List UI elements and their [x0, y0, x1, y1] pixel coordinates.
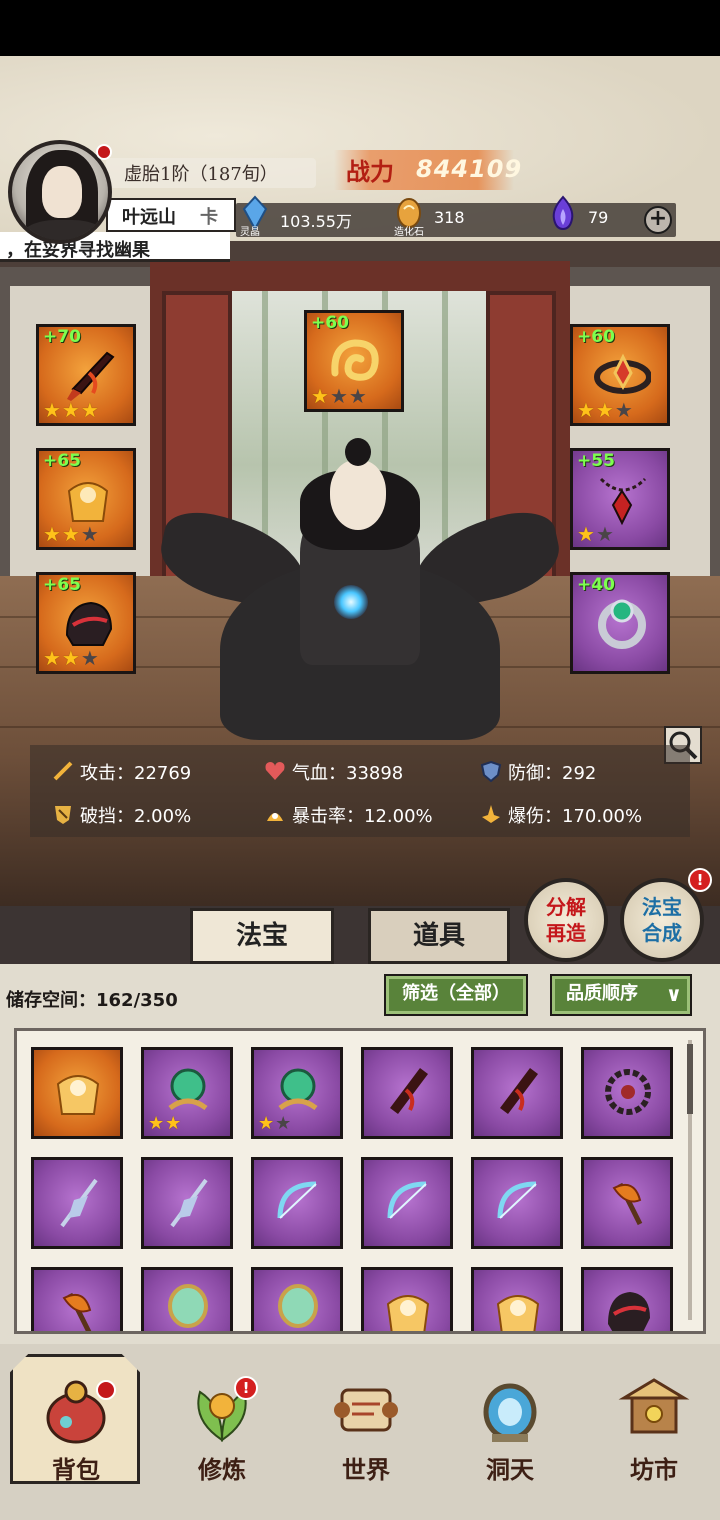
crit-rate-stat-icon — [267, 813, 283, 821]
combat-power-label: 战力 — [346, 157, 394, 186]
equip-slot-pendant[interactable]: +55 ★★ — [570, 448, 670, 550]
flame-axe-icon — [612, 1182, 643, 1226]
market-icon — [618, 1378, 690, 1434]
helmet-icon — [608, 1292, 650, 1331]
sort-dropdown[interactable]: 品质顺序 ∨ — [550, 974, 692, 1016]
filter-button[interactable]: 筛选（全部） — [384, 974, 528, 1016]
lotus-armor-icon — [67, 482, 109, 522]
inventory-grid[interactable]: ★★ ★★ — [14, 1028, 706, 1334]
nav-market[interactable]: 坊市 — [592, 1360, 712, 1490]
artifact-synthesis-button[interactable]: 法宝 合成 — [620, 878, 704, 962]
nav-cultivate-alert-badge: ! — [234, 1376, 258, 1400]
tab-strip — [0, 906, 720, 964]
combat-power-value: 844109 — [416, 155, 523, 183]
nav-bag[interactable]: 背包 — [14, 1360, 134, 1490]
game-screen: ，在妥界寻找幽果 虚胎1阶（187旬） 叶远山卡 战力 844109 灵晶 10… — [0, 0, 720, 1520]
avatar-notification-dot — [96, 144, 112, 160]
chevron-down-icon: ∨ — [665, 982, 682, 1006]
inventory-item[interactable] — [31, 1267, 123, 1331]
inventory-item[interactable] — [141, 1157, 233, 1249]
inventory-item[interactable] — [471, 1267, 563, 1331]
equip-slot-talisman[interactable]: +60 ★★★ — [304, 310, 404, 412]
inventory-item[interactable] — [581, 1047, 673, 1139]
inventory-item[interactable] — [471, 1157, 563, 1249]
inventory-item[interactable] — [31, 1047, 123, 1139]
synthesis-alert-badge: ! — [688, 868, 712, 892]
inventory-item[interactable] — [581, 1157, 673, 1249]
ice-bow-icon — [387, 1181, 427, 1219]
jade-emblem-icon — [168, 1068, 208, 1111]
purple-flame-icon — [552, 195, 574, 231]
add-resource-button[interactable]: + — [644, 206, 672, 234]
character-topknot — [345, 438, 371, 466]
flag-spear-icon — [60, 1178, 98, 1228]
helmet-icon — [65, 601, 113, 646]
shield-stat-icon — [480, 760, 502, 782]
nav-world[interactable]: 世界 — [304, 1360, 424, 1490]
inventory-item[interactable] — [251, 1267, 343, 1331]
tab-artifact[interactable]: 法宝 — [190, 908, 334, 964]
crit-damage-stat-icon — [482, 805, 500, 823]
inventory-item[interactable]: ★★ — [251, 1047, 343, 1139]
equip-slot-crown[interactable]: +60 ★★★ — [570, 324, 670, 426]
realm-text: 虚胎1阶（187旬） — [124, 164, 278, 185]
inventory-item[interactable] — [361, 1157, 453, 1249]
equip-slot-weapon[interactable]: +70 ★★★ — [36, 324, 136, 426]
flag-spear-icon — [170, 1178, 208, 1228]
sword-stat-icon — [53, 761, 73, 781]
jade-mirror-icon — [278, 1284, 318, 1328]
player-name: 叶远山卡 — [122, 207, 218, 228]
ice-bow-icon — [497, 1181, 537, 1219]
inventory-item[interactable] — [581, 1267, 673, 1331]
inventory-item[interactable]: ★★ — [141, 1047, 233, 1139]
inventory-item[interactable] — [361, 1047, 453, 1139]
pendant-icon — [599, 477, 647, 526]
lotus-armor-icon — [56, 1075, 100, 1115]
inventory-item[interactable] — [141, 1267, 233, 1331]
inventory-scroll-thumb[interactable] — [687, 1044, 693, 1114]
golden-swirl-icon — [331, 339, 379, 381]
jade-emblem-icon — [278, 1068, 318, 1111]
inventory-item[interactable] — [31, 1157, 123, 1249]
equip-slot-armor[interactable]: +65 ★★★ — [36, 448, 136, 550]
heart-stat-icon — [265, 762, 285, 780]
storage-capacity: 储存空间：162/350 — [6, 990, 178, 1011]
crown-ring-icon — [594, 353, 651, 394]
inventory-item[interactable] — [361, 1267, 453, 1331]
jade-mirror-icon — [168, 1284, 208, 1328]
spirit-orb — [334, 585, 368, 619]
dagger-icon — [67, 351, 115, 401]
jade-ring-icon — [598, 599, 646, 649]
nav-cultivate[interactable]: 修炼 — [160, 1360, 280, 1490]
nav-bag-notification-dot — [96, 1380, 116, 1400]
decompose-rebuild-button[interactable]: 分解 再造 — [524, 878, 608, 962]
tab-items[interactable]: 道具 — [368, 908, 510, 964]
break-stat-icon — [55, 806, 71, 824]
equip-slot-helmet[interactable]: +65 ★★★ — [36, 572, 136, 674]
spiked-wheel-icon — [605, 1069, 651, 1115]
grotto-portal-icon — [483, 1383, 537, 1442]
equip-slot-ring[interactable]: +40 — [570, 572, 670, 674]
inventory-item[interactable] — [471, 1047, 563, 1139]
dagger-icon — [390, 1068, 428, 1114]
nav-grotto[interactable]: 洞天 — [448, 1360, 568, 1490]
character-head — [330, 460, 386, 530]
dagger-icon — [500, 1068, 538, 1114]
lotus-armor-icon — [496, 1295, 540, 1331]
inventory-item[interactable] — [251, 1157, 343, 1249]
lotus-armor-icon — [386, 1295, 430, 1331]
flame-axe-icon — [62, 1292, 92, 1331]
status-bar — [0, 0, 720, 56]
ice-bow-icon — [277, 1181, 317, 1219]
world-scroll-icon — [334, 1388, 398, 1432]
